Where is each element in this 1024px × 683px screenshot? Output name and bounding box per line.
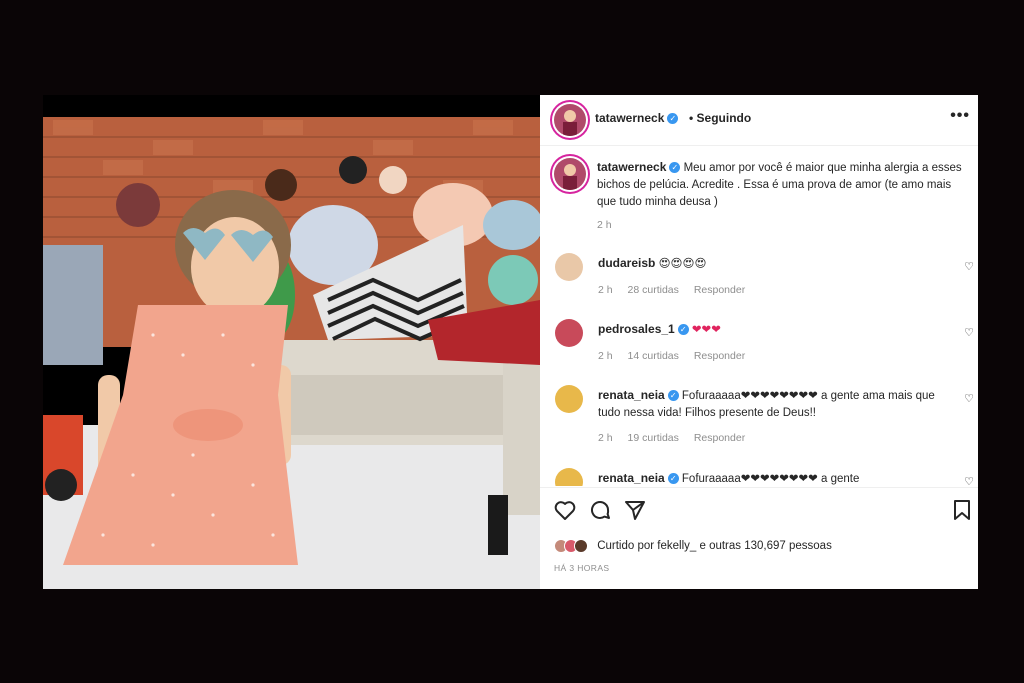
reply-button[interactable]: Responder [694,284,745,296]
comment-username[interactable]: dudareisb [598,256,655,270]
follow-status[interactable]: • Seguindo [689,111,751,125]
comment-avatar[interactable] [555,385,583,413]
comment-body: renata_neia ✓ Fofuraaaaa❤❤❤❤❤❤❤❤ a gente [598,470,938,486]
comment-meta: 2 h 14 curtidas Responder [598,350,757,362]
comment-body: dudareisb 😍😍😍😍 [598,255,938,273]
liker-avatar [574,539,588,553]
verified-badge-icon: ✓ [667,113,679,125]
verified-badge-icon: ✓ [669,162,681,174]
comment-username[interactable]: renata_neia ✓ [598,471,679,485]
comment-meta: 2 h 19 curtidas Responder [598,432,757,444]
comment-time: 2 h [598,432,613,444]
reply-button[interactable]: Responder [694,432,745,444]
post-side-panel: tatawerneck ✓ • Seguindo ••• tatawerneck ✓… [540,95,978,589]
post-photo[interactable] [43,95,540,589]
comment-like-heart-icon[interactable]: ♡ [964,392,974,405]
post-timestamp: HÁ 3 HORAS [554,563,610,573]
comment-time: 2 h [598,350,613,362]
verified-badge-icon: ✓ [677,324,689,336]
author-username[interactable]: tatawerneck ✓ [595,111,679,125]
instagram-post: tatawerneck ✓ • Seguindo ••• tatawerneck ✓… [43,95,978,589]
post-actions-bar: Curtido por fekelly_ e outras 130,697 pe… [540,487,978,590]
comment-icon[interactable] [588,498,612,522]
caption-time: 2 h [597,219,612,231]
comment-body: pedrosales_1 ✓ ❤❤❤ [598,321,938,339]
comment-username[interactable]: renata_neia ✓ [598,388,679,402]
comment-time: 2 h [598,284,613,296]
comment-likes[interactable]: 14 curtidas [628,350,679,362]
reply-button[interactable]: Responder [694,350,745,362]
comment-text: 😍😍😍😍 [658,258,707,270]
verified-badge-icon: ✓ [667,390,679,402]
comment-like-heart-icon[interactable]: ♡ [964,326,974,339]
comment-likes[interactable]: 28 curtidas [628,284,679,296]
comment-like-heart-icon[interactable]: ♡ [964,260,974,273]
comment-likes[interactable]: 19 curtidas [628,432,679,444]
caption-avatar[interactable] [554,158,586,190]
heart-icon[interactable] [553,498,577,522]
post-caption: tatawerneck ✓ Meu amor por você é maior q… [597,159,967,211]
comments-scroll-area[interactable]: tatawerneck ✓ Meu amor por você é maior q… [540,146,978,486]
more-options-icon[interactable]: ••• [950,107,970,125]
caption-username[interactable]: tatawerneck ✓ [597,160,681,174]
post-photo-illustration [43,95,540,589]
comment-avatar[interactable] [555,253,583,281]
comment-text: ❤❤❤ [691,324,721,336]
author-avatar[interactable] [554,104,586,136]
post-header: tatawerneck ✓ • Seguindo ••• [540,95,978,146]
comment-avatar[interactable] [555,468,583,486]
bookmark-icon[interactable] [950,498,974,522]
comment-username[interactable]: pedrosales_1 ✓ [598,322,689,336]
comment-text: Fofuraaaaa❤❤❤❤❤❤❤❤ a gente [681,473,860,485]
comment-meta: 2 h 28 curtidas Responder [598,284,757,296]
likes-text: Curtido por fekelly_ e outras 130,697 pe… [597,540,832,552]
paper-plane-icon[interactable] [623,498,647,522]
comment-like-heart-icon[interactable]: ♡ [964,475,974,486]
comment-body: renata_neia ✓ Fofuraaaaa❤❤❤❤❤❤❤❤ a gente … [598,387,938,422]
verified-badge-icon: ✓ [667,473,679,485]
comment-avatar[interactable] [555,319,583,347]
likes-summary[interactable]: Curtido por fekelly_ e outras 130,697 pe… [554,539,832,553]
